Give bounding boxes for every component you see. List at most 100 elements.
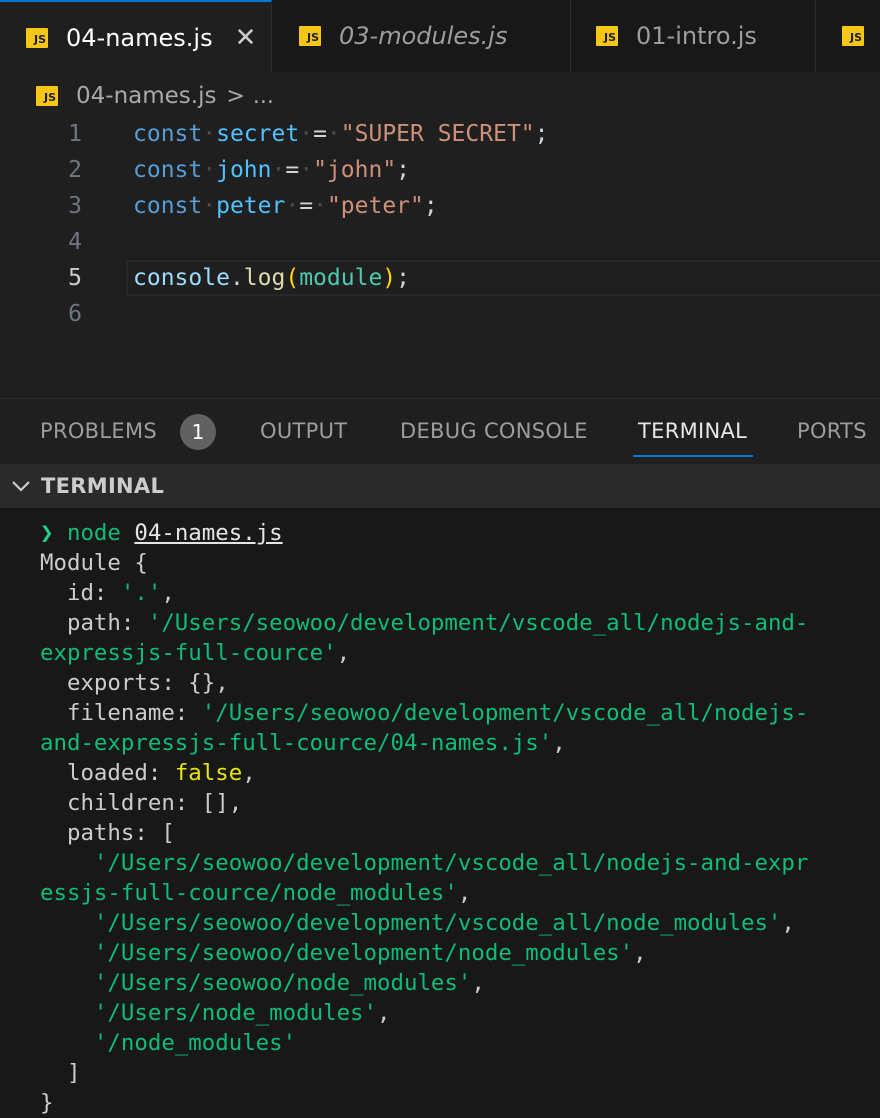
chevron-right-icon: > xyxy=(226,83,245,109)
code-operator: = xyxy=(285,157,300,183)
tab-terminal[interactable]: TERMINAL xyxy=(638,419,747,443)
line-number: 3 xyxy=(68,193,82,219)
code-punctuation: ; xyxy=(396,265,411,291)
output-punctuation: , xyxy=(336,640,351,666)
output-text: children: [], xyxy=(40,790,243,816)
tab-overflow[interactable]: JS xyxy=(817,0,880,72)
output-punctuation: , xyxy=(377,1000,391,1026)
active-tab-indicator xyxy=(633,455,753,457)
output-text: exports: {}, xyxy=(40,670,229,696)
js-file-icon: JS xyxy=(842,26,864,46)
terminal-output-line: '/node_modules' xyxy=(40,1028,296,1058)
output-string: and-expressjs-full-cource/04-names.js' xyxy=(40,730,553,756)
terminal-command: node xyxy=(66,520,121,546)
breadcrumb-file[interactable]: 04-names.js xyxy=(76,83,216,109)
output-text: } xyxy=(40,1090,54,1116)
tab-01-intro[interactable]: JS 01-intro.js xyxy=(572,0,816,72)
output-key xyxy=(40,1030,94,1056)
output-string: '/Users/seowoo/development/vscode_all/no… xyxy=(201,700,809,726)
output-text: paths: [ xyxy=(40,820,175,846)
code-identifier: secret xyxy=(216,121,300,147)
terminal-output-line: '/Users/seowoo/development/vscode_all/no… xyxy=(40,908,795,938)
tab-03-modules[interactable]: JS 03-modules.js xyxy=(273,0,571,72)
code-punctuation: ; xyxy=(396,157,411,183)
code-line[interactable]: 2 const·john·=·"john"; xyxy=(0,152,880,188)
tab-label: 04-names.js xyxy=(66,23,213,52)
line-number: 6 xyxy=(68,301,82,327)
code-keyword: const xyxy=(133,157,203,183)
tab-label: 01-intro.js xyxy=(636,22,757,50)
code-line-current[interactable]: 5 console.log(module); xyxy=(0,260,880,296)
code-paren: ( xyxy=(285,265,300,291)
code-punctuation: . xyxy=(229,265,244,291)
terminal-output-line: exports: {}, xyxy=(40,668,229,698)
code-line[interactable]: 1 const·secret·=·"SUPER SECRET"; xyxy=(0,116,880,152)
tab-label: 03-modules.js xyxy=(339,22,508,50)
line-number: 4 xyxy=(68,229,82,255)
code-string: "SUPER SECRET" xyxy=(340,121,535,147)
terminal-output-line: paths: [ xyxy=(40,818,175,848)
code-identifier: peter xyxy=(216,193,286,219)
output-punctuation: , xyxy=(552,730,566,756)
js-file-icon: JS xyxy=(596,26,618,46)
terminal-output-line: '/Users/seowoo/node_modules', xyxy=(40,968,485,998)
code-operator: = xyxy=(299,193,314,219)
terminal-output-line: loaded: false, xyxy=(40,758,256,788)
terminal-output-line: Module { xyxy=(40,548,148,578)
breadcrumb: JS 04-names.js > ... xyxy=(36,82,274,110)
output-key xyxy=(40,850,94,876)
terminal-output-line: id: '.', xyxy=(40,578,175,608)
js-file-icon: JS xyxy=(299,26,321,46)
terminal-output-line: path: '/Users/seowoo/development/vscode_… xyxy=(40,608,808,638)
tab-debug-console[interactable]: DEBUG CONSOLE xyxy=(400,419,588,443)
code-operator: = xyxy=(313,121,327,147)
terminal-output[interactable]: ❯ node 04-names.js Module { id: '.', pat… xyxy=(0,508,880,1118)
terminal-output-line: ] xyxy=(40,1058,81,1088)
code-paren: ) xyxy=(382,265,397,291)
output-key xyxy=(40,940,94,966)
code-string: "peter" xyxy=(326,193,424,219)
terminal-output-line: and-expressjs-full-cource/04-names.js', xyxy=(40,728,566,758)
terminal-output-line: } xyxy=(40,1088,53,1118)
output-string: '/Users/seowoo/development/vscode_all/no… xyxy=(147,610,809,636)
code-line[interactable]: 4 xyxy=(0,224,880,260)
output-key xyxy=(40,910,94,936)
output-string: '/Users/node_modules' xyxy=(93,1000,378,1026)
tab-ports[interactable]: PORTS xyxy=(797,419,867,443)
tab-output[interactable]: OUTPUT xyxy=(260,419,347,443)
code-line[interactable]: 3 const·peter·=·"peter"; xyxy=(0,188,880,224)
output-punctuation: , xyxy=(471,970,485,996)
output-string: '/Users/seowoo/development/node_modules' xyxy=(93,940,634,966)
chevron-down-icon[interactable] xyxy=(10,475,32,497)
terminal-output-line: '/Users/seowoo/development/node_modules'… xyxy=(40,938,647,968)
code-string: "john" xyxy=(313,157,397,183)
output-punctuation: , xyxy=(242,760,256,786)
terminal-command-line: ❯ node 04-names.js xyxy=(40,518,283,548)
output-string: '.' xyxy=(120,580,162,606)
tab-problems[interactable]: PROBLEMS xyxy=(40,419,157,443)
code-line[interactable]: 6 xyxy=(0,296,880,332)
output-string: expressjs-full-cource' xyxy=(40,640,337,666)
tab-04-names[interactable]: JS 04-names.js ✕ xyxy=(0,0,272,73)
line-number: 5 xyxy=(68,265,82,291)
output-string: '/node_modules' xyxy=(93,1030,297,1056)
output-punctuation: , xyxy=(781,910,795,936)
output-text: Module { xyxy=(40,550,148,576)
terminal-section-header[interactable]: TERMINAL xyxy=(0,464,880,508)
output-punctuation: , xyxy=(457,880,472,906)
terminal-section-title: TERMINAL xyxy=(41,474,165,498)
code-editor[interactable]: 1 const·secret·=·"SUPER SECRET"; 2 const… xyxy=(0,114,880,404)
output-string: essjs-full-cource/node_modules' xyxy=(40,880,458,906)
close-icon[interactable]: ✕ xyxy=(235,25,257,51)
code-keyword: const xyxy=(133,121,203,147)
terminal-output-line: expressjs-full-cource', xyxy=(40,638,350,668)
output-key: loaded: xyxy=(40,760,175,786)
terminal-output-line: essjs-full-cource/node_modules', xyxy=(40,878,471,908)
code-identifier: john xyxy=(216,157,272,183)
output-punctuation: , xyxy=(633,940,647,966)
output-key xyxy=(40,1000,94,1026)
terminal-output-line: '/Users/seowoo/development/vscode_all/no… xyxy=(40,848,808,878)
line-number: 1 xyxy=(68,121,82,147)
breadcrumb-more[interactable]: ... xyxy=(253,84,274,109)
terminal-output-line: '/Users/node_modules', xyxy=(40,998,391,1028)
